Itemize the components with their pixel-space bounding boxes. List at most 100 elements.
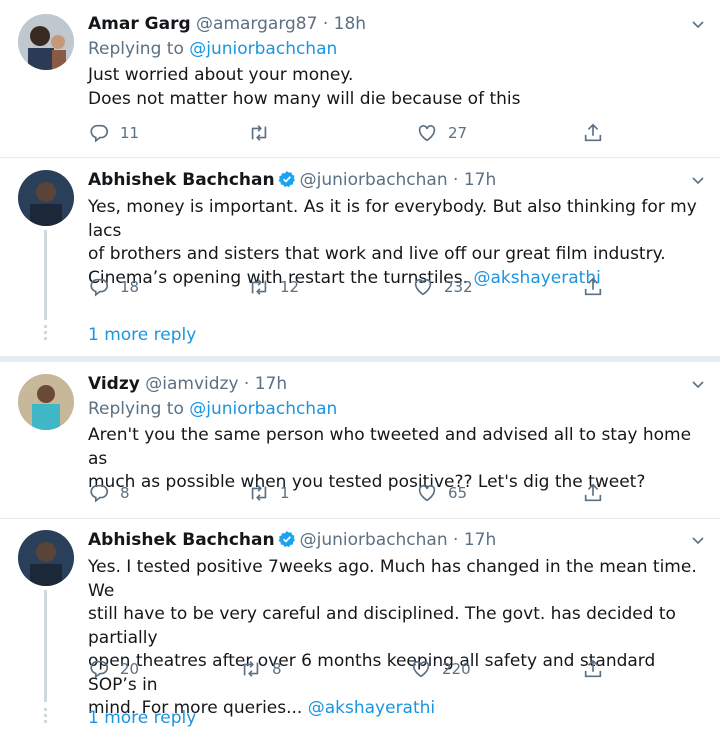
retweet-button[interactable]: 12	[248, 276, 299, 298]
tweet-actions: 18 12 232	[88, 276, 628, 300]
separator-dot: ·	[243, 374, 250, 394]
tweet-text-line: Does not matter how many will die becaus…	[88, 88, 521, 109]
like-button[interactable]: 27	[416, 122, 467, 144]
verified-badge-icon	[278, 170, 296, 188]
timestamp[interactable]: 17h	[464, 170, 496, 190]
tweet-text-line: Yes. I tested positive 7weeks ago. Much …	[88, 557, 697, 601]
more-replies-dots	[38, 325, 52, 343]
tweet-header: Abhishek Bachchan @juniorbachchan · 17h	[88, 530, 496, 550]
tweet-amar-garg[interactable]: Amar Garg @amargarg87 · 18h Replying to …	[0, 14, 720, 154]
tweet-abhishek-reply-1[interactable]: Abhishek Bachchan @juniorbachchan · 17h Y…	[0, 170, 720, 350]
tweet-text-line: Yes, money is important. As it is for ev…	[88, 197, 697, 241]
tweet-header: Abhishek Bachchan @juniorbachchan · 17h	[88, 170, 496, 190]
avatar[interactable]	[18, 14, 74, 70]
chevron-down-icon[interactable]	[690, 376, 706, 396]
divider	[0, 518, 720, 519]
share-button[interactable]	[582, 276, 604, 298]
retweet-button[interactable]: 8	[240, 658, 282, 680]
chevron-down-icon[interactable]	[690, 16, 706, 36]
chevron-down-icon[interactable]	[690, 172, 706, 192]
thread-line	[44, 230, 47, 320]
replying-to: Replying to @juniorbachchan	[88, 399, 337, 419]
like-button[interactable]: 232	[412, 276, 473, 298]
share-button[interactable]	[582, 122, 604, 144]
tweet-text-line: still have to be very careful and discip…	[88, 604, 676, 648]
thread-divider	[0, 356, 720, 362]
replying-label: Replying to	[88, 39, 184, 59]
replying-to: Replying to @juniorbachchan	[88, 39, 337, 59]
timestamp[interactable]: 17h	[255, 374, 287, 394]
separator-dot: ·	[322, 14, 329, 34]
retweet-icon	[240, 658, 262, 680]
tweet-text-line: Just worried about your money.	[88, 65, 354, 85]
timestamp[interactable]: 18h	[334, 14, 366, 34]
tweet-actions: 8 1 65	[88, 482, 628, 506]
more-replies-link[interactable]: 1 more reply	[88, 708, 196, 728]
tweet-header: Amar Garg @amargarg87 · 18h	[88, 14, 366, 34]
tweet-actions: 20 8 220	[88, 658, 628, 682]
retweet-icon	[248, 276, 270, 298]
author-handle[interactable]: @amargarg87	[196, 14, 317, 34]
retweet-count: 1	[280, 484, 290, 502]
author-name[interactable]: Abhishek Bachchan	[88, 530, 275, 550]
author-name[interactable]: Abhishek Bachchan	[88, 170, 275, 190]
chevron-down-icon[interactable]	[690, 532, 706, 552]
author-name[interactable]: Amar Garg	[88, 14, 191, 34]
like-button[interactable]: 65	[416, 482, 467, 504]
reply-icon	[88, 658, 110, 680]
reply-icon	[88, 482, 110, 504]
avatar[interactable]	[18, 530, 74, 586]
reply-button[interactable]: 20	[88, 658, 139, 680]
tweet-vidzy[interactable]: Vidzy @iamvidzy · 17h Replying to @junio…	[0, 374, 720, 514]
author-handle[interactable]: @juniorbachchan	[300, 530, 448, 550]
retweet-count: 12	[280, 278, 300, 296]
retweet-icon	[248, 482, 270, 504]
share-button[interactable]	[582, 658, 604, 680]
reply-button[interactable]: 18	[88, 276, 139, 298]
replying-to-link[interactable]: @juniorbachchan	[189, 399, 337, 419]
reply-count: 18	[120, 278, 140, 296]
like-button[interactable]: 220	[410, 658, 471, 680]
retweet-button[interactable]: 1	[248, 482, 290, 504]
author-handle[interactable]: @juniorbachchan	[300, 170, 448, 190]
reply-icon	[88, 276, 110, 298]
retweet-count: 8	[272, 660, 282, 678]
more-replies-dots	[38, 708, 52, 726]
replying-label: Replying to	[88, 399, 184, 419]
reply-count: 20	[120, 660, 140, 678]
share-icon	[582, 276, 604, 298]
tweet-abhishek-reply-2[interactable]: Abhishek Bachchan @juniorbachchan · 17h Y…	[0, 530, 720, 735]
tweet-text: Yes. I tested positive 7weeks ago. Much …	[88, 556, 708, 721]
like-icon	[416, 482, 438, 504]
author-handle[interactable]: @iamvidzy	[145, 374, 238, 394]
share-button[interactable]	[582, 482, 604, 504]
reply-count: 11	[120, 124, 140, 142]
like-count: 65	[448, 484, 468, 502]
reply-icon	[88, 122, 110, 144]
separator-dot: ·	[453, 530, 459, 550]
more-replies-link[interactable]: 1 more reply	[88, 325, 196, 345]
replying-to-link[interactable]: @juniorbachchan	[189, 39, 337, 59]
separator-dot: ·	[453, 170, 459, 190]
avatar[interactable]	[18, 170, 74, 226]
mention-link[interactable]: @akshayerathi	[308, 698, 435, 718]
timestamp[interactable]: 17h	[464, 530, 496, 550]
like-count: 27	[448, 124, 468, 142]
share-icon	[582, 122, 604, 144]
retweet-icon	[248, 122, 270, 144]
like-icon	[412, 276, 434, 298]
divider	[0, 157, 720, 158]
tweet-text: Just worried about your money. Does not …	[88, 64, 708, 111]
reply-count: 8	[120, 484, 130, 502]
tweet-actions: 11 27	[88, 122, 628, 146]
retweet-button[interactable]	[248, 122, 280, 144]
author-name[interactable]: Vidzy	[88, 374, 140, 394]
avatar[interactable]	[18, 374, 74, 430]
share-icon	[582, 482, 604, 504]
like-icon	[410, 658, 432, 680]
like-count: 220	[442, 660, 471, 678]
reply-button[interactable]: 11	[88, 122, 139, 144]
reply-button[interactable]: 8	[88, 482, 130, 504]
thread-line	[44, 590, 47, 702]
tweet-text-line: of brothers and sisters that work and li…	[88, 244, 666, 264]
